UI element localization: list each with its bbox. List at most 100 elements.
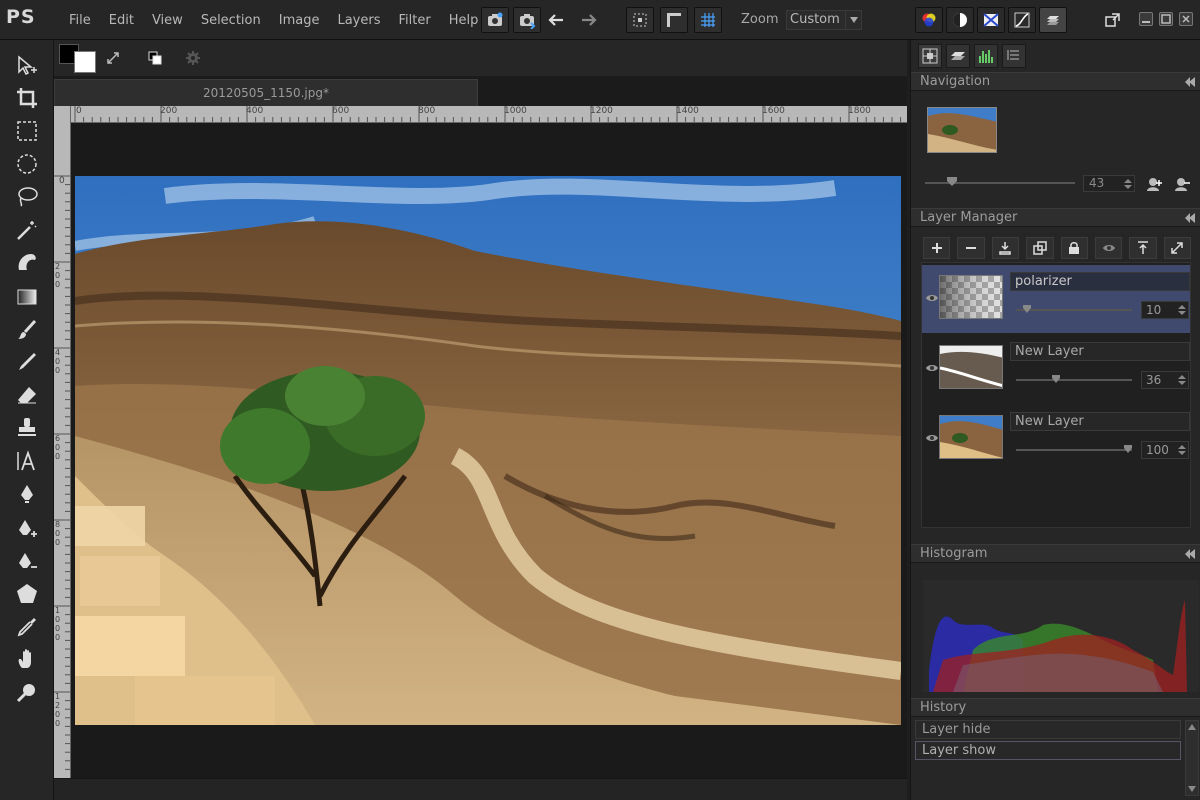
brush-tool[interactable] bbox=[13, 316, 41, 344]
settings-gear-icon[interactable] bbox=[185, 50, 201, 66]
hand-tool[interactable] bbox=[13, 645, 41, 673]
history-panel-header[interactable]: History bbox=[911, 698, 1200, 717]
layer-opacity-slider[interactable] bbox=[1016, 445, 1132, 453]
open-camera-button[interactable] bbox=[481, 7, 509, 33]
spinner-arrows-icon[interactable] bbox=[1178, 305, 1186, 315]
pencil-tool[interactable] bbox=[13, 348, 41, 376]
navigator-zoom-slider[interactable] bbox=[925, 177, 1075, 186]
collapse-panel-icon[interactable] bbox=[1185, 213, 1195, 223]
layer-mask-button[interactable] bbox=[1094, 237, 1123, 259]
redo-button[interactable] bbox=[577, 8, 601, 32]
scroll-down-icon[interactable] bbox=[1188, 786, 1196, 792]
layer-row-new-layer-1[interactable]: New Layer 36 bbox=[922, 335, 1190, 403]
navigation-panel-header[interactable]: Navigation bbox=[911, 72, 1200, 91]
delete-layer-button[interactable] bbox=[957, 237, 985, 259]
slider-thumb-icon[interactable] bbox=[1052, 375, 1061, 383]
layer-row-polarizer[interactable]: polarizer 10 bbox=[922, 265, 1190, 333]
curves-button[interactable] bbox=[1008, 7, 1036, 33]
collapse-panel-icon[interactable] bbox=[1185, 549, 1195, 559]
eye-icon[interactable] bbox=[925, 432, 939, 444]
layer-name-field[interactable]: polarizer bbox=[1010, 272, 1190, 291]
eraser-tool[interactable] bbox=[13, 381, 41, 409]
panel-tab-history[interactable] bbox=[1002, 44, 1026, 68]
pen-tool[interactable] bbox=[13, 480, 41, 508]
history-item[interactable]: Layer hide bbox=[915, 720, 1181, 739]
scroll-up-icon[interactable] bbox=[1188, 724, 1196, 730]
maximize-button[interactable] bbox=[1159, 12, 1173, 26]
zoom-in-icon[interactable] bbox=[1145, 176, 1163, 192]
menu-view[interactable]: View bbox=[143, 13, 192, 28]
swap-colors-icon[interactable] bbox=[105, 50, 121, 66]
menu-selection[interactable]: Selection bbox=[192, 13, 270, 28]
undo-button[interactable] bbox=[544, 8, 568, 32]
panel-tab-navigation[interactable] bbox=[918, 44, 942, 68]
history-scrollbar[interactable] bbox=[1185, 720, 1199, 796]
layer-opacity-slider[interactable] bbox=[1016, 375, 1132, 383]
spinner-arrows-icon[interactable] bbox=[1178, 375, 1186, 385]
layer-manager-panel-header[interactable]: Layer Manager bbox=[911, 208, 1200, 227]
panel-tab-layers[interactable] bbox=[946, 44, 970, 68]
magic-wand-tool[interactable] bbox=[13, 216, 41, 244]
menu-file[interactable]: File bbox=[60, 13, 100, 28]
document-tab[interactable]: 20120505_1150.jpg* bbox=[54, 79, 478, 106]
menu-filter[interactable]: Filter bbox=[389, 13, 439, 28]
menu-edit[interactable]: Edit bbox=[100, 13, 143, 28]
default-colors-icon[interactable] bbox=[147, 50, 163, 66]
merge-down-button[interactable] bbox=[991, 237, 1020, 259]
slider-thumb-icon[interactable] bbox=[947, 177, 957, 187]
navigator-thumbnail[interactable] bbox=[927, 107, 997, 153]
layer-opacity-input[interactable]: 10 bbox=[1141, 301, 1189, 319]
lock-layer-button[interactable] bbox=[1060, 237, 1088, 259]
fit-screen-button[interactable] bbox=[626, 7, 654, 33]
collapse-panel-icon[interactable] bbox=[1185, 77, 1195, 87]
duplicate-layer-button[interactable] bbox=[1026, 237, 1054, 259]
path-select-tool[interactable] bbox=[13, 514, 41, 542]
eye-icon[interactable] bbox=[925, 292, 939, 304]
toggle-rulers-button[interactable] bbox=[660, 7, 688, 33]
menu-layers[interactable]: Layers bbox=[328, 13, 389, 28]
eyedropper-tool[interactable] bbox=[13, 613, 41, 641]
slider-thumb-icon[interactable] bbox=[1023, 305, 1032, 313]
layer-name-field[interactable]: New Layer bbox=[1010, 342, 1190, 361]
zoom-out-icon[interactable] bbox=[1173, 176, 1191, 192]
menu-image[interactable]: Image bbox=[270, 13, 329, 28]
move-layer-up-button[interactable] bbox=[1129, 237, 1157, 259]
layer-opacity-input[interactable]: 100 bbox=[1141, 441, 1189, 459]
layers-view-button[interactable] bbox=[1039, 7, 1067, 33]
close-button[interactable] bbox=[1179, 12, 1193, 26]
toggle-grid-button[interactable] bbox=[694, 7, 722, 33]
layer-opacity-slider[interactable] bbox=[1016, 305, 1132, 313]
zoom-tool[interactable] bbox=[13, 678, 41, 706]
background-color-swatch[interactable] bbox=[74, 51, 96, 73]
layer-name-field[interactable]: New Layer bbox=[1010, 412, 1190, 431]
rect-select-tool[interactable] bbox=[13, 117, 41, 145]
move-tool[interactable] bbox=[13, 52, 41, 80]
spinner-arrows-icon[interactable] bbox=[1124, 179, 1132, 189]
navigator-zoom-input[interactable]: 43 bbox=[1083, 175, 1135, 192]
save-camera-button[interactable] bbox=[513, 7, 541, 33]
spot-healing-tool[interactable] bbox=[13, 248, 41, 276]
shape-tool[interactable] bbox=[13, 580, 41, 608]
eye-icon[interactable] bbox=[925, 362, 939, 374]
brightness-contrast-button[interactable] bbox=[946, 7, 974, 33]
minimize-button[interactable] bbox=[1139, 12, 1153, 26]
histogram-panel-header[interactable]: Histogram bbox=[911, 544, 1200, 563]
clone-stamp-tool[interactable] bbox=[13, 413, 41, 441]
color-channels-button[interactable] bbox=[915, 7, 943, 33]
text-tool[interactable] bbox=[13, 447, 41, 475]
swap-window-button[interactable] bbox=[1101, 8, 1125, 32]
document-image[interactable] bbox=[75, 176, 901, 725]
layer-row-new-layer-2[interactable]: New Layer 100 bbox=[922, 405, 1190, 473]
spinner-arrows-icon[interactable] bbox=[1178, 445, 1186, 455]
slider-thumb-icon[interactable] bbox=[1124, 445, 1132, 453]
canvas-area[interactable] bbox=[71, 123, 907, 778]
ellipse-select-tool[interactable] bbox=[13, 150, 41, 178]
crop-tool[interactable] bbox=[13, 84, 41, 112]
add-layer-button[interactable] bbox=[923, 237, 951, 259]
history-item[interactable]: Layer show bbox=[915, 741, 1181, 760]
anchor-tool[interactable] bbox=[13, 547, 41, 575]
panel-tab-histogram[interactable] bbox=[974, 44, 998, 68]
layer-opacity-input[interactable]: 36 bbox=[1141, 371, 1189, 389]
pattern-button[interactable] bbox=[977, 7, 1005, 33]
zoom-select[interactable]: Custom bbox=[786, 10, 862, 30]
